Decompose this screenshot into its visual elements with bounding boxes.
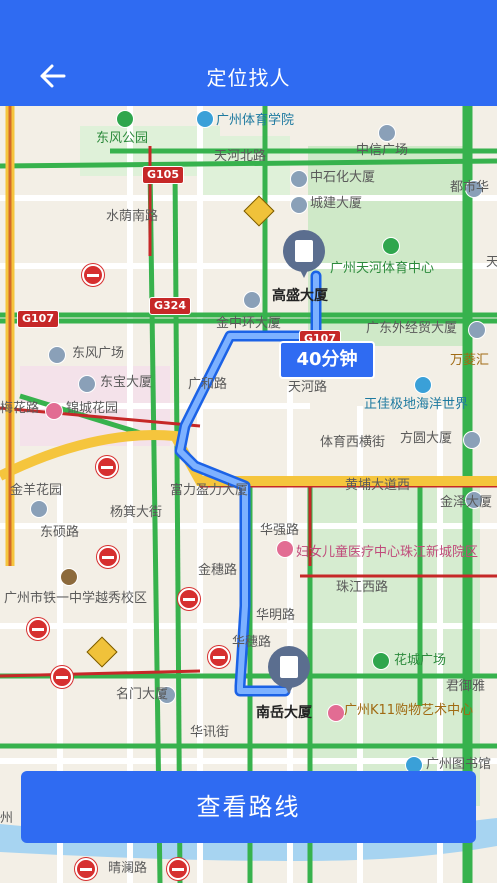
app-header: 定位找人: [0, 0, 497, 106]
residence-marker-icon: [45, 402, 63, 420]
school-marker-icon: [60, 568, 78, 586]
map-label: 广州天河体育中心: [330, 261, 435, 276]
map-label: 正佳极地海洋世界: [364, 397, 469, 412]
map-label: 广州图书馆: [426, 757, 492, 772]
no-entry-icon: [51, 666, 73, 688]
map-label: 广东外经贸大厦: [366, 321, 458, 336]
building-marker-icon: [290, 170, 308, 188]
start-location-pin[interactable]: [283, 230, 325, 280]
map-label: 体育西横街: [320, 435, 386, 450]
no-entry-icon: [75, 858, 97, 880]
map-label: 华穗路: [232, 635, 272, 650]
square-marker-icon: [372, 652, 390, 670]
no-entry-icon: [167, 858, 189, 880]
building-marker-icon: [290, 196, 308, 214]
building-marker-icon: [78, 375, 96, 393]
map-label: 金泽大厦: [440, 495, 493, 510]
start-location-label: 高盛大厦: [272, 288, 328, 304]
map-label: 黄埔大道西: [345, 478, 411, 493]
map-label: 花城广场: [394, 653, 447, 668]
map-label: 天河北路: [214, 149, 267, 164]
map-label: 金穗路: [198, 563, 238, 578]
map-label: 东风公园: [96, 131, 149, 146]
map-label: 中石化大厦: [310, 170, 376, 185]
park-marker-icon: [116, 110, 134, 128]
map-label: 富力盈力大厦: [170, 483, 249, 498]
map-label: 广和路: [188, 377, 228, 392]
map-label: 珠江西路: [336, 580, 389, 595]
no-entry-icon: [27, 618, 49, 640]
residence-marker-icon: [30, 500, 48, 518]
shopping-marker-icon: [327, 704, 345, 722]
hospital-marker-icon: [276, 540, 294, 558]
stadium-marker-icon: [382, 237, 400, 255]
road-badge: G105: [142, 166, 184, 184]
map-label: 水荫南路: [106, 209, 159, 224]
map-label: 广州体育学院: [216, 113, 295, 128]
building-marker-icon: [243, 291, 261, 309]
map-label: 都市华: [450, 180, 490, 195]
map-label: 华明路: [256, 608, 296, 623]
no-entry-icon: [82, 264, 104, 286]
route-duration-badge: 40分钟: [279, 341, 375, 379]
map-label: 君御雅: [446, 679, 486, 694]
map-label: 广州市铁一中学越秀校区: [4, 591, 148, 606]
map-label: 中信广场: [356, 143, 409, 158]
map-label: 州: [0, 811, 14, 826]
no-entry-icon: [178, 588, 200, 610]
building-marker-icon: [48, 346, 66, 364]
map-label: 东硕路: [40, 525, 80, 540]
page-title: 定位找人: [206, 66, 291, 90]
map-label: 东风广场: [72, 346, 125, 361]
map-label: 广州K11购物艺术中心: [344, 703, 474, 718]
end-location-pin[interactable]: [268, 646, 310, 696]
building-marker-icon: [468, 321, 486, 339]
building-marker-icon: [378, 124, 396, 142]
map-label: 华讯街: [190, 725, 230, 740]
road-badge: G324: [149, 297, 191, 315]
map-label: 金羊花园: [10, 483, 63, 498]
aquarium-marker-icon: [414, 376, 432, 394]
map-label: 杨箕大街: [110, 505, 163, 520]
no-entry-icon: [96, 456, 118, 478]
map-label: 金中环大厦: [216, 316, 282, 331]
map-label: 华强路: [260, 523, 300, 538]
map-label: 城建大厦: [310, 196, 363, 211]
road-badge: G107: [17, 310, 59, 328]
map-label: 万菱汇: [450, 353, 490, 368]
map-label: 晴澜路: [108, 861, 148, 876]
map-label: 名门大厦: [116, 687, 169, 702]
end-location-label: 南岳大厦: [256, 705, 312, 721]
map-view[interactable]: G105 G324 G107 G107 东风公园 广州体育学院 天河北路 中信广…: [0, 106, 497, 883]
school-marker-icon: [196, 110, 214, 128]
no-entry-icon: [97, 546, 119, 568]
building-marker-icon: [463, 431, 481, 449]
map-label: 方圆大厦: [400, 431, 453, 446]
map-label: 天河路: [288, 380, 328, 395]
no-entry-icon: [208, 646, 230, 668]
map-label: 梅花路: [0, 401, 40, 416]
map-label: 锦城花园: [66, 401, 119, 416]
map-label: 天: [486, 255, 497, 270]
map-label: 妇女儿童医疗中心珠江新城院区: [296, 545, 479, 560]
map-label: 东宝大厦: [100, 375, 153, 390]
view-route-button[interactable]: 查看路线: [21, 771, 476, 843]
